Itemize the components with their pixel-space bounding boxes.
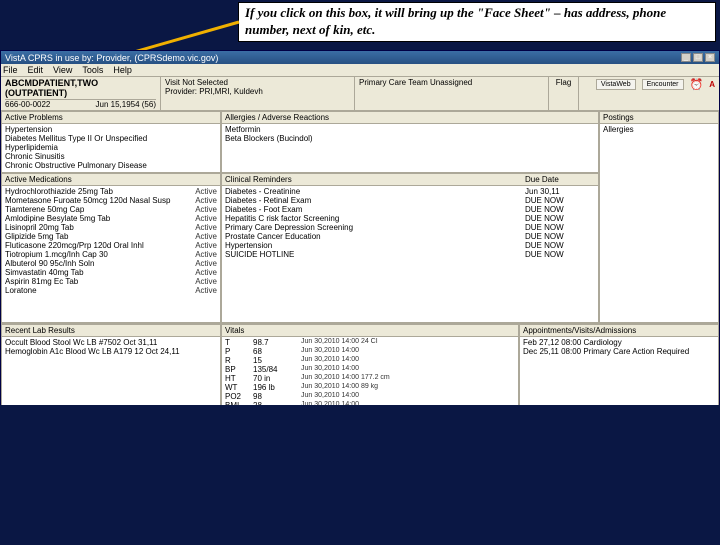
med-item[interactable]: Mometasone Furoate 50mcg 120d Nasal Susp… — [5, 196, 217, 205]
vital-item[interactable]: R15Jun 30,2010 14:00 — [225, 356, 515, 365]
reminders-header: Clinical Reminders — [225, 175, 525, 184]
reminder-item[interactable]: Prostate Cancer EducationDUE NOW — [225, 232, 595, 241]
med-item[interactable]: Aspirin 81mg Ec TabActive — [5, 277, 217, 286]
annotation-box: If you click on this box, it will bring … — [238, 2, 716, 42]
med-item[interactable]: Fluticasone 220mcg/Prp 120d Oral InhlAct… — [5, 241, 217, 250]
pct-box[interactable]: Primary Care Team Unassigned — [355, 77, 549, 110]
postings-indicator[interactable]: A — [709, 80, 715, 89]
window-controls: _ □ × — [681, 53, 715, 62]
appts-header: Appointments/Visits/Admissions — [520, 325, 718, 337]
menubar[interactable]: File Edit View Tools Help — [1, 64, 719, 77]
vital-item[interactable]: WT196 lbJun 30,2010 14:00 89 kg — [225, 383, 515, 392]
active-problems-header: Active Problems — [2, 112, 220, 124]
med-item[interactable]: Albuterol 90 95c/Inh SolnActive — [5, 259, 217, 268]
active-meds-header: Active Medications — [2, 174, 220, 186]
allergies-list[interactable]: MetforminBeta Blockers (Bucindol) — [222, 124, 598, 144]
postings-list[interactable]: Allergies — [600, 124, 718, 135]
titlebar: VistA CPRS in use by: Provider, (CPRSdem… — [1, 51, 719, 64]
reminder-item[interactable]: Diabetes - CreatinineJun 30,11 — [225, 187, 595, 196]
menu-file[interactable]: File — [3, 65, 18, 75]
problem-item[interactable]: Hypertension — [5, 125, 217, 134]
appt-item[interactable]: Feb 27,12 08:00 Cardiology — [523, 338, 715, 347]
window-title: VistA CPRS in use by: Provider, (CPRSdem… — [5, 53, 218, 63]
appt-item[interactable]: Dec 25,11 08:00 Primary Care Action Requ… — [523, 347, 715, 356]
labs-header: Recent Lab Results — [2, 325, 220, 337]
menu-help[interactable]: Help — [113, 65, 132, 75]
menu-edit[interactable]: Edit — [28, 65, 44, 75]
vitals-header: Vitals — [222, 325, 518, 337]
pct-label: Primary Care Team Unassigned — [359, 78, 544, 87]
med-item[interactable]: Tiamterene 50mg CapActive — [5, 205, 217, 214]
problem-item[interactable]: Hyperlipidemia — [5, 143, 217, 152]
posting-item[interactable]: Allergies — [603, 125, 715, 134]
labs-list[interactable]: Occult Blood Stool Wc LB #7502 Oct 31,11… — [2, 337, 220, 357]
active-problems-list[interactable]: HypertensionDiabetes Mellitus Type II Or… — [2, 124, 220, 171]
med-item[interactable]: Glipizide 5mg TabActive — [5, 232, 217, 241]
vital-item[interactable]: PO298Jun 30,2010 14:00 — [225, 392, 515, 401]
reminder-item[interactable]: SUICIDE HOTLINEDUE NOW — [225, 250, 595, 259]
reminder-item[interactable]: Hepatitis C risk factor ScreeningDUE NOW — [225, 214, 595, 223]
visit-box[interactable]: Visit Not Selected Provider: PRI,MRI, Ku… — [161, 77, 355, 110]
visit-status: Visit Not Selected — [165, 78, 350, 87]
vistaweb-button[interactable]: VistaWeb — [596, 79, 636, 90]
patient-header: ABCMDPATIENT,TWO (OUTPATIENT) 666-00-002… — [1, 77, 719, 111]
flag-box[interactable]: Flag — [549, 77, 579, 110]
reminders-due-header: Due Date — [525, 175, 595, 184]
lab-item[interactable]: Hemoglobin A1c Blood Wc LB A179 12 Oct 2… — [5, 347, 217, 356]
encounter-button[interactable]: Encounter — [642, 79, 684, 90]
active-meds-list[interactable]: Hydrochlorothiazide 25mg TabActiveMometa… — [2, 186, 220, 296]
patient-box[interactable]: ABCMDPATIENT,TWO (OUTPATIENT) 666-00-002… — [1, 77, 161, 110]
visit-provider: Provider: PRI,MRI, Kuldevh — [165, 87, 350, 96]
flag-label: Flag — [553, 78, 574, 87]
med-item[interactable]: Hydrochlorothiazide 25mg TabActive — [5, 187, 217, 196]
med-item[interactable]: LoratoneActive — [5, 286, 217, 295]
problem-item[interactable]: Diabetes Mellitus Type II Or Unspecified — [5, 134, 217, 143]
patient-dob: Jun 15,1954 (56) — [96, 100, 157, 109]
reminder-icon[interactable]: ⏰ — [690, 78, 704, 91]
reminder-item[interactable]: Primary Care Depression ScreeningDUE NOW — [225, 223, 595, 232]
allergies-header: Allergies / Adverse Reactions — [222, 112, 598, 124]
minimize-button[interactable]: _ — [681, 53, 691, 62]
menu-view[interactable]: View — [53, 65, 72, 75]
med-item[interactable]: Simvastatin 40mg TabActive — [5, 268, 217, 277]
allergy-item[interactable]: Metformin — [225, 125, 595, 134]
med-item[interactable]: Amlodipine Besylate 5mg TabActive — [5, 214, 217, 223]
reminder-item[interactable]: Diabetes - Retinal ExamDUE NOW — [225, 196, 595, 205]
appts-list[interactable]: Feb 27,12 08:00 CardiologyDec 25,11 08:0… — [520, 337, 718, 357]
vital-item[interactable]: HT70 inJun 30,2010 14:00 177.2 cm — [225, 374, 515, 383]
slide-background — [0, 405, 720, 545]
cprs-window: VistA CPRS in use by: Provider, (CPRSdem… — [0, 50, 720, 428]
reminder-item[interactable]: HypertensionDUE NOW — [225, 241, 595, 250]
allergy-item[interactable]: Beta Blockers (Bucindol) — [225, 134, 595, 143]
vital-item[interactable]: BP135/84Jun 30,2010 14:00 — [225, 365, 515, 374]
menu-tools[interactable]: Tools — [82, 65, 103, 75]
problem-item[interactable]: Chronic Obstructive Pulmonary Disease — [5, 161, 217, 170]
maximize-button[interactable]: □ — [693, 53, 703, 62]
med-item[interactable]: Tiotropium 1.mcg/Inh Cap 30Active — [5, 250, 217, 259]
vitals-list[interactable]: T98.7Jun 30,2010 14:00 24 CIP68Jun 30,20… — [222, 337, 518, 411]
lab-item[interactable]: Occult Blood Stool Wc LB #7502 Oct 31,11 — [5, 338, 217, 347]
med-item[interactable]: Lisinopril 20mg TabActive — [5, 223, 217, 232]
vital-item[interactable]: P68Jun 30,2010 14:00 — [225, 347, 515, 356]
reminders-list[interactable]: Diabetes - CreatinineJun 30,11Diabetes -… — [222, 186, 598, 260]
postings-header: Postings — [600, 112, 718, 124]
close-button[interactable]: × — [705, 53, 715, 62]
vital-item[interactable]: T98.7Jun 30,2010 14:00 24 CI — [225, 338, 515, 347]
reminder-item[interactable]: Diabetes - Foot ExamDUE NOW — [225, 205, 595, 214]
patient-name: ABCMDPATIENT,TWO (OUTPATIENT) — [5, 78, 156, 100]
patient-ssn: 666-00-0022 — [5, 100, 50, 109]
problem-item[interactable]: Chronic Sinusitis — [5, 152, 217, 161]
